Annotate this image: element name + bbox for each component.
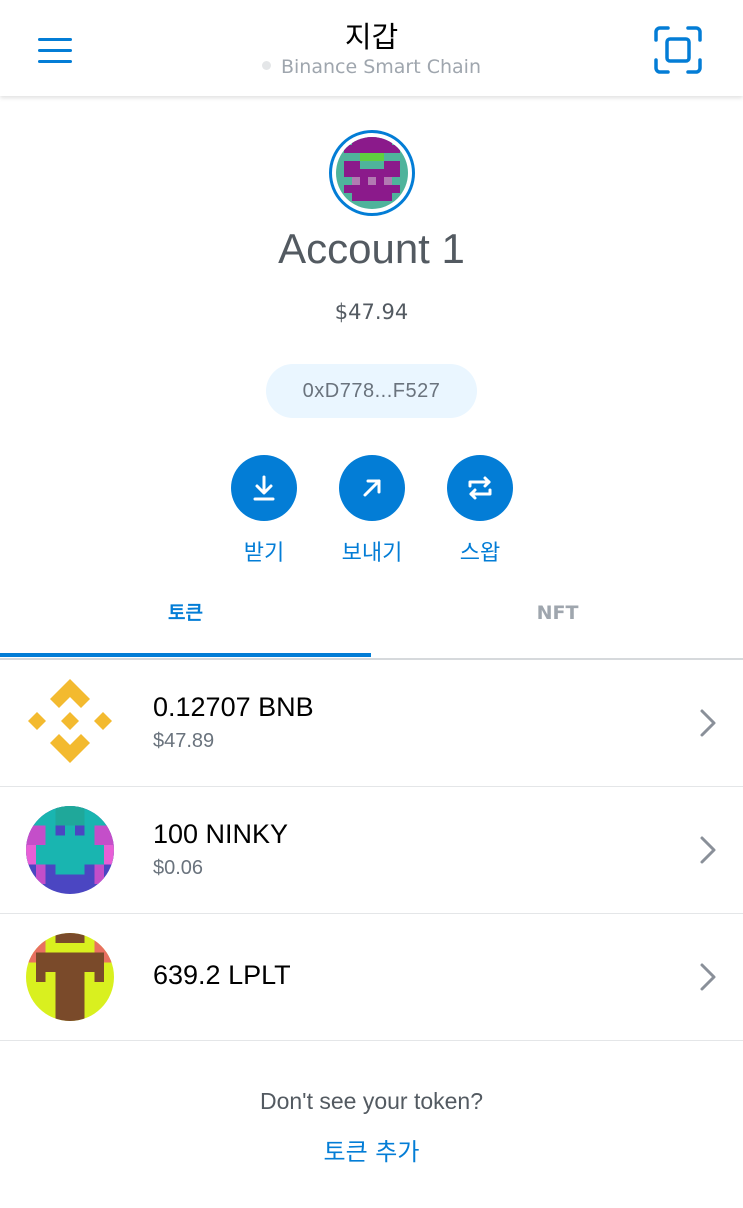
lplt-identicon	[26, 933, 114, 1021]
swap-arrows-icon	[468, 476, 492, 500]
receive-label: 받기	[243, 541, 285, 566]
send-button[interactable]: 보내기	[322, 455, 422, 567]
top-bar: 지갑 Binance Smart Chain	[0, 0, 743, 96]
token-amount: 0.12707 BNB	[153, 692, 314, 722]
arrow-up-right-icon	[363, 479, 381, 497]
asset-tabs: 토큰 NFT	[0, 588, 743, 660]
account-avatar[interactable]	[329, 130, 415, 216]
add-token-link[interactable]: 토큰 추가	[0, 1132, 743, 1167]
tab-tokens[interactable]: 토큰	[0, 588, 371, 656]
account-identicon	[336, 137, 408, 209]
send-circle	[339, 455, 405, 521]
account-balance: $47.94	[334, 300, 409, 324]
token-row-ninky[interactable]: 100 NINKY $0.06	[0, 787, 743, 914]
receive-circle	[231, 455, 297, 521]
network-name: Binance Smart Chain	[280, 56, 481, 78]
chevron-right-icon	[700, 836, 716, 864]
token-fiat-value: $47.89	[153, 730, 215, 752]
ninky-identicon	[26, 806, 114, 894]
account-name[interactable]: Account 1	[0, 225, 743, 273]
token-fiat-value: $0.06	[153, 857, 204, 879]
token-amount: 639.2 LPLT	[153, 960, 291, 990]
bnb-icon	[28, 679, 112, 763]
missing-token-prompt: Don't see your token?	[259, 1088, 484, 1114]
swap-button[interactable]: 스왑	[430, 455, 530, 567]
token-row-lplt[interactable]: 639.2 LPLT	[0, 914, 743, 1041]
network-selector[interactable]: Binance Smart Chain	[0, 56, 743, 78]
swap-circle	[447, 455, 513, 521]
receive-button[interactable]: 받기	[214, 455, 314, 567]
active-tab-indicator	[0, 653, 371, 657]
chevron-right-icon	[700, 963, 716, 991]
send-label: 보내기	[341, 541, 403, 566]
network-status-dot	[261, 61, 271, 70]
qr-scan-button[interactable]	[654, 26, 702, 74]
token-amount: 100 NINKY	[153, 819, 289, 849]
account-address-copy[interactable]: 0xD778...F527	[266, 364, 477, 418]
swap-label: 스왑	[459, 541, 501, 566]
page-title: 지갑	[344, 20, 399, 54]
chevron-right-icon	[700, 709, 716, 737]
tab-nft[interactable]: NFT	[372, 588, 743, 656]
scan-icon	[654, 26, 702, 74]
download-icon	[253, 475, 275, 501]
token-row-bnb[interactable]: 0.12707 BNB $47.89	[0, 660, 743, 787]
